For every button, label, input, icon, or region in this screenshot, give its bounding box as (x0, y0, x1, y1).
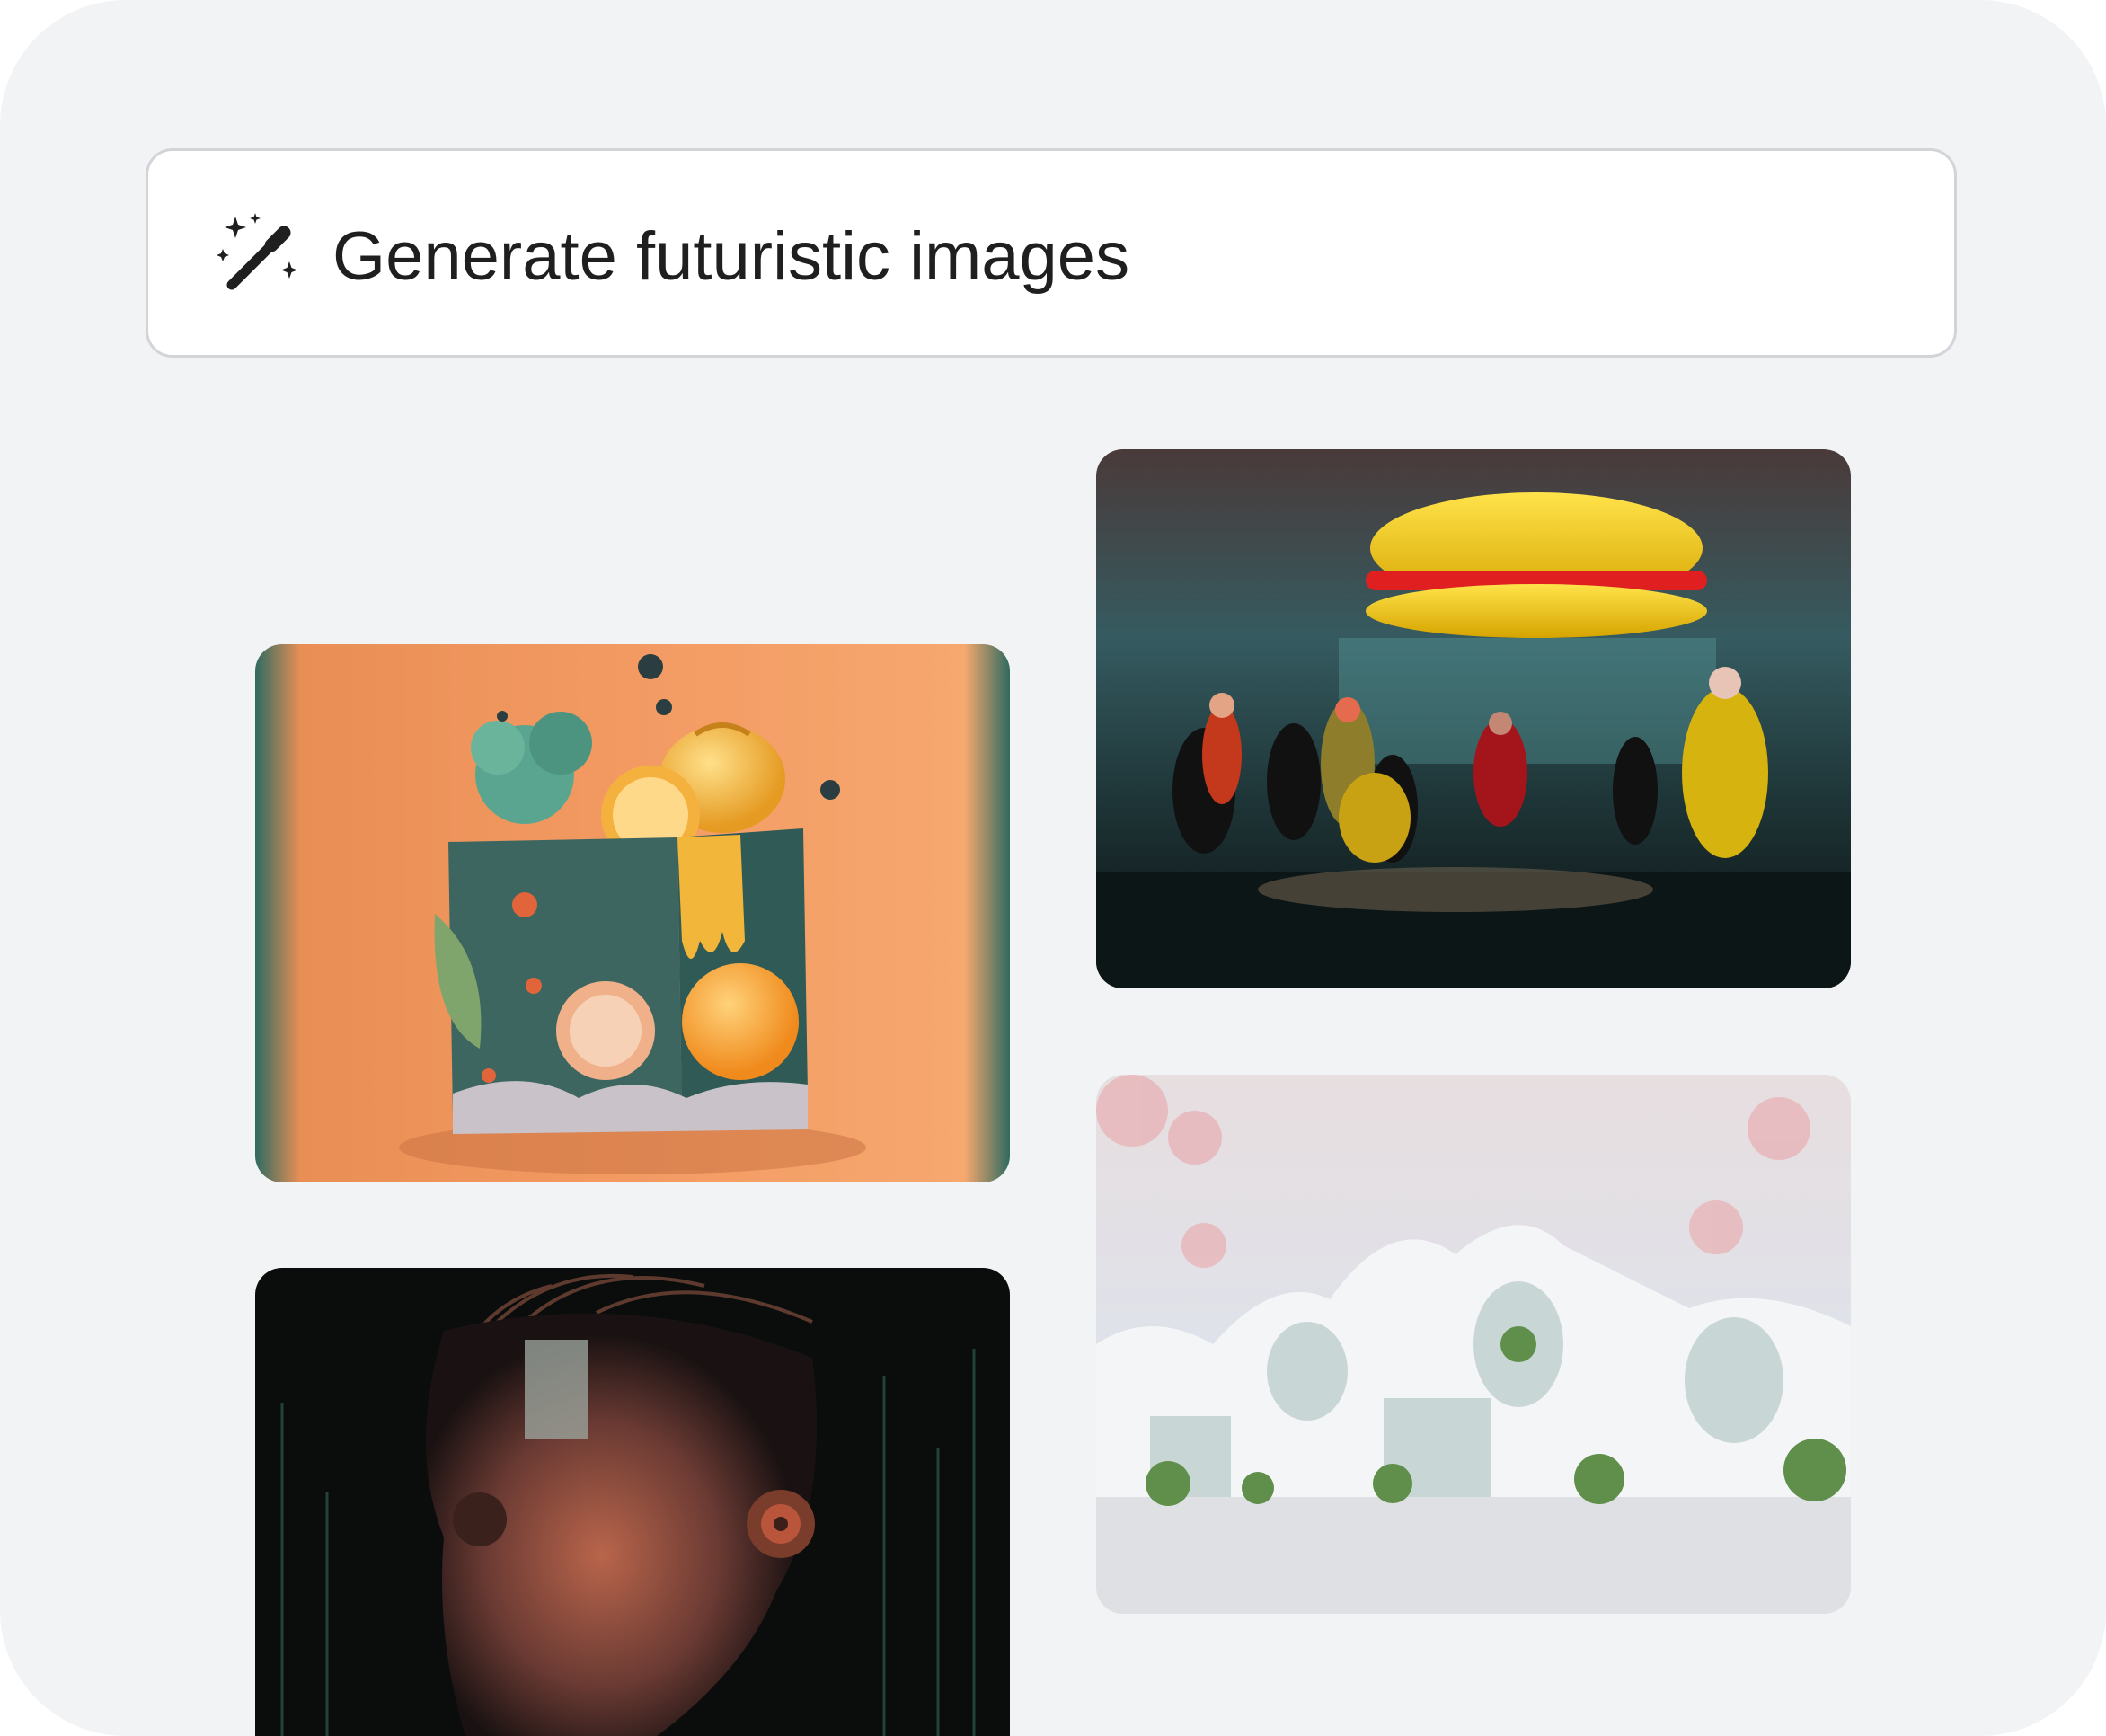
organic-house-image[interactable] (1096, 1075, 1851, 1614)
fruit-cube-image[interactable] (255, 644, 1010, 1182)
prompt-text: Generate futuristic images (332, 218, 1130, 295)
app-panel: Generate futuristic images (0, 0, 2106, 1736)
cyber-head-image[interactable] (255, 1268, 1010, 1736)
magic-wand-icon (217, 213, 297, 290)
burger-crowd-image[interactable] (1096, 449, 1851, 988)
